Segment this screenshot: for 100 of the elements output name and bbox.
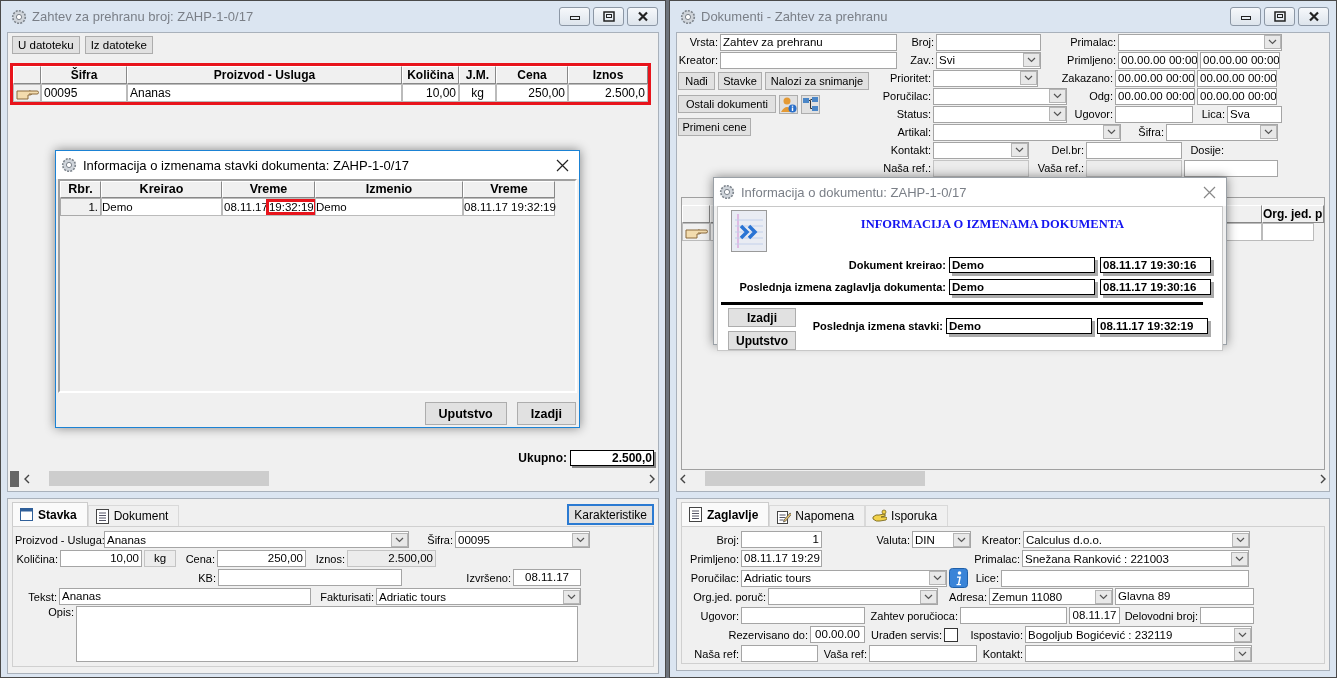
toolbar-button[interactable]: Iz datoteke xyxy=(84,36,153,54)
dropdown[interactable]: Svi xyxy=(936,51,1041,69)
dialog-button[interactable]: Uputstvo xyxy=(424,402,507,425)
dialog-button[interactable]: Uputstvo xyxy=(728,331,796,350)
maximize-button[interactable] xyxy=(593,7,624,26)
text-field[interactable] xyxy=(218,569,402,586)
tab[interactable]: Zaglavlje xyxy=(681,502,770,526)
dropdown[interactable]: Adriatic tours xyxy=(376,588,581,605)
column-header[interactable]: Iznos xyxy=(568,66,648,84)
tab[interactable]: Isporuka xyxy=(865,505,949,526)
text-field[interactable]: 08.11.17 xyxy=(1069,607,1120,624)
text-field[interactable]: 00.00.00 00:00 xyxy=(1197,69,1277,87)
dropdown[interactable]: Ananas xyxy=(104,531,409,548)
column-header[interactable]: Količina xyxy=(402,66,459,84)
checkbox[interactable] xyxy=(944,627,958,642)
dropdown[interactable] xyxy=(933,87,1067,105)
gear-icon xyxy=(680,8,696,25)
dropdown[interactable]: Zemun 11080 xyxy=(989,588,1113,605)
text-field[interactable]: 08.11.17 xyxy=(513,569,581,586)
person-info-button[interactable] xyxy=(779,95,798,114)
dropdown[interactable]: Bogoljub Bogićević : 232119 xyxy=(1025,626,1252,643)
dialog-button[interactable]: Izadji xyxy=(728,308,796,327)
tab[interactable]: Dokument xyxy=(87,505,180,526)
text-field[interactable]: 00.00.00 00:00 xyxy=(1118,51,1198,69)
column-header[interactable]: Šifra xyxy=(41,66,127,84)
tab[interactable]: Napomena xyxy=(769,505,866,526)
dropdown[interactable]: Calculus d.o.o. xyxy=(1023,531,1250,548)
text-field[interactable]: Sva xyxy=(1227,105,1282,123)
row-header[interactable] xyxy=(682,223,710,241)
column-header[interactable]: Vreme xyxy=(463,181,555,198)
text-field[interactable] xyxy=(741,645,818,662)
close-icon xyxy=(636,11,649,22)
text-field[interactable]: 00.00.00 00:00 xyxy=(1115,87,1195,105)
text-field[interactable]: 1 xyxy=(741,531,822,548)
dialog-button[interactable]: Izadji xyxy=(516,402,576,425)
text-field[interactable] xyxy=(1184,159,1278,177)
tab[interactable]: Stavka xyxy=(12,502,88,526)
hand-icon xyxy=(872,508,888,524)
text-field[interactable] xyxy=(1115,105,1193,123)
column-header[interactable]: Izmenio xyxy=(315,181,463,198)
action-button[interactable]: Nađi xyxy=(678,72,715,90)
minimize-button[interactable] xyxy=(559,7,590,26)
text-field[interactable] xyxy=(1200,607,1254,624)
text-field[interactable] xyxy=(1086,141,1182,159)
close-button[interactable] xyxy=(1298,7,1329,26)
text-field[interactable]: Ananas xyxy=(59,588,311,605)
action-button[interactable]: Ostali dokumenti xyxy=(678,95,776,113)
close-button[interactable] xyxy=(627,7,658,26)
splitter-handle[interactable] xyxy=(10,470,19,487)
text-field[interactable] xyxy=(741,607,865,624)
column-header[interactable]: Org. jed. p xyxy=(1262,205,1324,223)
dropdown[interactable] xyxy=(933,123,1121,141)
text-field[interactable]: 250,00 xyxy=(217,550,306,567)
dropdown[interactable]: Snežana Ranković : 221003 xyxy=(1022,550,1249,567)
text-area[interactable] xyxy=(76,606,578,662)
row-header[interactable] xyxy=(13,84,41,102)
minimize-button[interactable] xyxy=(1230,7,1261,26)
action-button[interactable]: Stavke xyxy=(718,72,762,90)
user-field: Demo xyxy=(946,318,1092,334)
dropdown[interactable]: DIN xyxy=(912,531,971,548)
column-header[interactable]: J.M. xyxy=(459,66,496,84)
column-header[interactable]: Vreme xyxy=(222,181,315,198)
text-field[interactable] xyxy=(960,607,1067,624)
text-field[interactable]: 00.00.00 xyxy=(810,626,865,643)
dropdown[interactable] xyxy=(933,69,1038,87)
column-header[interactable]: Proizvod - Usluga xyxy=(127,66,402,84)
column-header[interactable]: Cena xyxy=(496,66,568,84)
horizontal-scrollbar[interactable] xyxy=(679,470,1327,487)
characteristics-button[interactable]: Karakteristike xyxy=(567,504,654,525)
document-icon xyxy=(94,508,110,524)
toolbar-button[interactable]: U datoteku xyxy=(12,36,80,54)
maximize-button[interactable] xyxy=(1264,7,1295,26)
text-field[interactable]: 00.00.00 00:00 xyxy=(1197,87,1277,105)
text-field[interactable]: Zahtev za prehranu xyxy=(720,33,897,51)
text-field[interactable] xyxy=(1001,569,1249,587)
text-field[interactable] xyxy=(720,51,897,69)
text-field[interactable]: Glavna 89 xyxy=(1115,588,1254,605)
dropdown[interactable] xyxy=(768,588,938,605)
text-field[interactable]: 10,00 xyxy=(60,550,142,567)
text-field[interactable]: 00.00.00 00:00 xyxy=(1200,51,1280,69)
text-field[interactable]: 08.11.17 19:29 xyxy=(741,550,822,567)
scroll-thumb[interactable] xyxy=(705,471,925,486)
column-header[interactable]: Rbr. xyxy=(60,181,101,198)
dropdown[interactable]: Adriatic tours xyxy=(741,569,947,587)
column-header[interactable]: Kreirao xyxy=(101,181,222,198)
dropdown[interactable] xyxy=(1118,33,1282,51)
scroll-thumb[interactable] xyxy=(49,471,269,486)
dropdown[interactable] xyxy=(933,141,1029,159)
dropdown[interactable] xyxy=(1166,123,1278,141)
tree-view-button[interactable] xyxy=(801,95,820,114)
dropdown[interactable]: 00095 xyxy=(455,531,590,548)
dropdown[interactable] xyxy=(933,105,1067,123)
dropdown[interactable] xyxy=(1025,645,1252,662)
text-field[interactable] xyxy=(936,33,1041,51)
text-field[interactable] xyxy=(869,645,977,662)
text-field[interactable]: 00.00.00 00:00 xyxy=(1115,69,1195,87)
field-label: Broj: xyxy=(910,36,934,48)
action-button[interactable]: Nalozi za snimanje xyxy=(765,72,869,90)
action-button[interactable]: Primeni cene xyxy=(678,118,751,136)
info-button[interactable] xyxy=(949,568,968,588)
